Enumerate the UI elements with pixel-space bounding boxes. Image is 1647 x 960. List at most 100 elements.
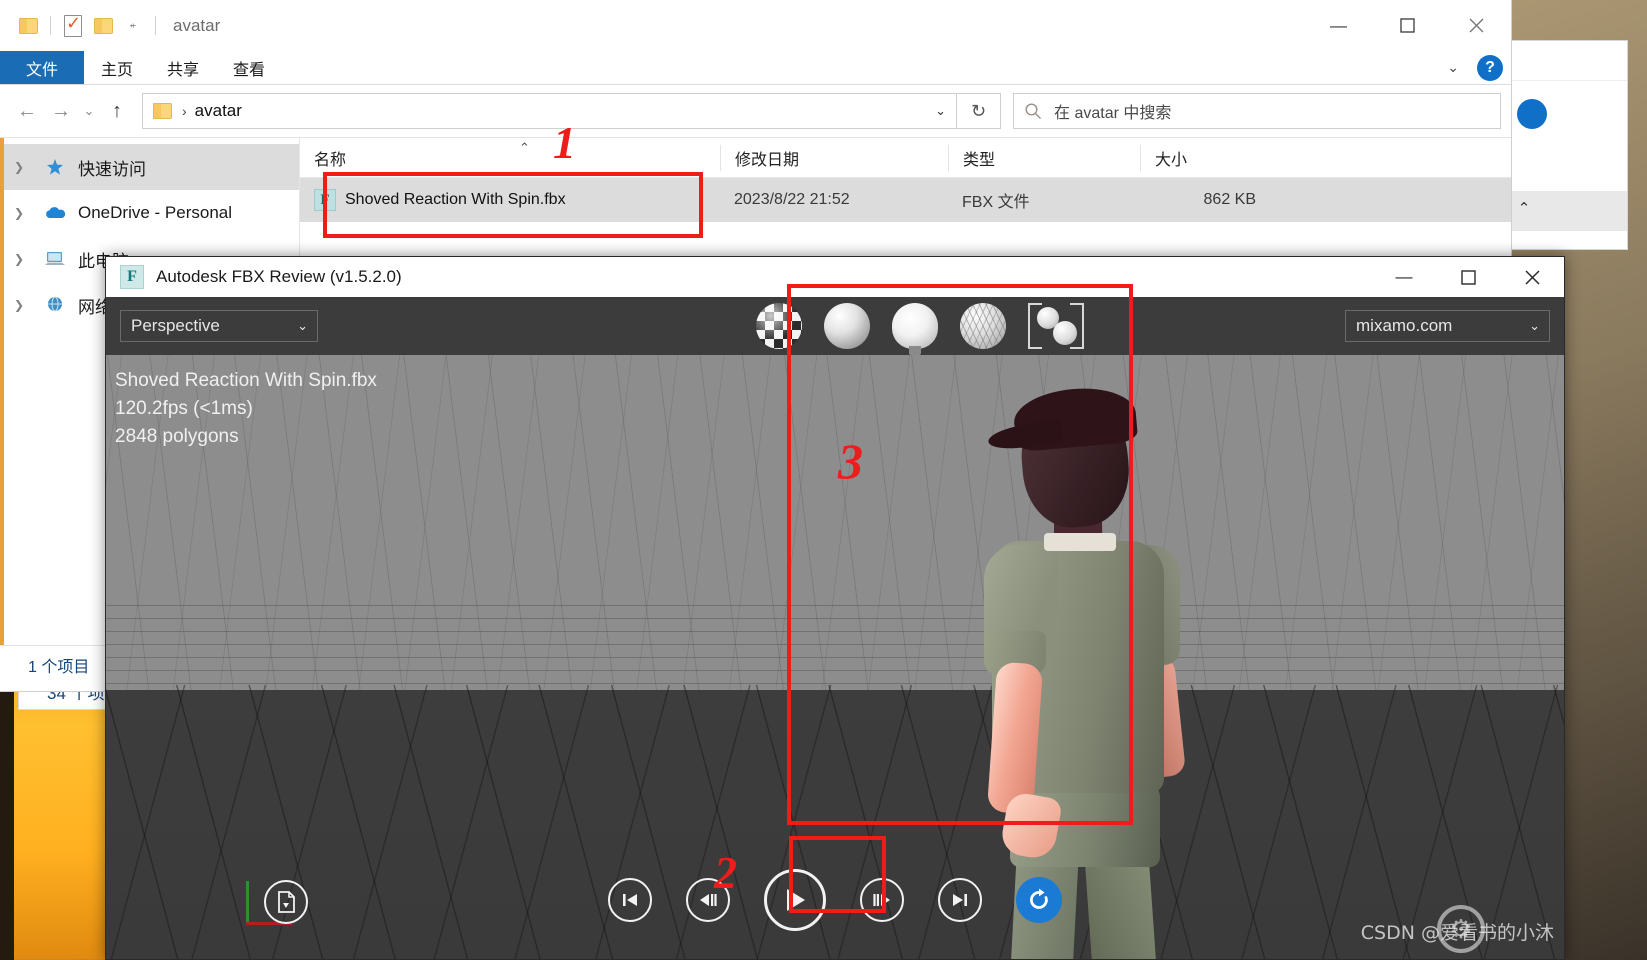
help-icon[interactable]: ? (1477, 54, 1503, 81)
refresh-button[interactable]: ↻ (957, 93, 1001, 129)
network-icon (42, 294, 68, 316)
ribbon-right-controls: ⌄ ? (1441, 51, 1503, 84)
quick-access-toolbar: ⍅ (0, 12, 163, 39)
breadcrumb-path: avatar (194, 101, 242, 120)
close-button[interactable] (1442, 0, 1511, 51)
fbx-window-controls: — (1372, 257, 1564, 297)
fbx-playback-bar (106, 819, 1564, 959)
jump-to-start-button[interactable] (608, 878, 652, 922)
this-pc-icon (42, 248, 68, 270)
fbx-app-icon: F (120, 265, 144, 289)
forward-button[interactable]: → (44, 94, 78, 128)
character-collar (1044, 533, 1116, 551)
recent-locations-button[interactable]: ⌄ (78, 94, 100, 128)
file-modified-cell: 2023/8/22 21:52 (734, 191, 850, 208)
tab-view[interactable]: 查看 (216, 51, 282, 84)
address-folder-icon (153, 103, 172, 119)
sidebar-item-label: 快速访问 (78, 159, 146, 179)
maximize-icon (1400, 18, 1415, 33)
background-window-titlebar (1509, 41, 1627, 81)
table-row[interactable]: F Shoved Reaction With Spin.fbx 2023/8/2… (300, 178, 1511, 222)
column-header-type[interactable]: 类型 (948, 144, 1140, 171)
up-button[interactable]: ↑ (100, 94, 134, 128)
fbx-toolbar: Perspective ⌄ mixamo.com ⌄ (106, 297, 1564, 355)
maximize-icon (1460, 269, 1476, 285)
address-path-box[interactable]: › avatar ⌄ (142, 93, 957, 129)
onedrive-icon (42, 202, 68, 224)
chevron-right-icon[interactable]: ❯ (14, 206, 32, 220)
qat-folder-icon[interactable] (13, 13, 43, 39)
minimize-button[interactable]: — (1304, 0, 1373, 51)
fbx-close-button[interactable] (1500, 257, 1564, 297)
qat-separator (50, 16, 51, 35)
qat-new-folder-icon[interactable] (88, 13, 118, 39)
tab-home[interactable]: 主页 (84, 51, 150, 84)
shaded-sphere-icon[interactable] (824, 303, 870, 349)
fbx-titlebar: F Autodesk FBX Review (v1.5.2.0) — (106, 257, 1564, 297)
two-spheres-frame-icon[interactable] (1028, 303, 1084, 349)
address-chevron-down-icon[interactable]: ⌄ (935, 103, 946, 119)
jump-to-end-button[interactable] (938, 878, 982, 922)
fbx-3d-viewport[interactable]: Shoved Reaction With Spin.fbx 120.2fps (… (106, 355, 1564, 959)
ribbon-collapse-chevron-icon[interactable]: ⌄ (1441, 59, 1465, 76)
pin-star-icon (42, 156, 68, 178)
fbx-display-toolbar (756, 297, 1084, 355)
fbx-minimize-button[interactable]: — (1372, 257, 1436, 297)
explorer-ribbon-tabs: 文件 主页 共享 查看 ⌄ ? (0, 51, 1511, 84)
maximize-button[interactable] (1373, 0, 1442, 51)
chevron-down-icon[interactable]: ⌄ (1529, 318, 1540, 334)
search-icon (1025, 103, 1041, 119)
light-bulb-icon[interactable] (892, 303, 938, 355)
fbx-window-title: Autodesk FBX Review (v1.5.2.0) (156, 267, 402, 286)
source-value: mixamo.com (1356, 316, 1453, 335)
column-header-size[interactable]: 大小 (1140, 144, 1270, 171)
wireframe-sphere-icon[interactable] (960, 303, 1006, 349)
back-button[interactable]: ← (10, 94, 44, 128)
file-size-cell: 862 KB (1203, 191, 1256, 208)
chevron-right-icon[interactable]: ❯ (14, 252, 32, 266)
loop-button[interactable] (1016, 877, 1062, 923)
breadcrumb-separator: › (182, 103, 187, 119)
checkered-sphere-icon[interactable] (756, 303, 802, 349)
hud-polygons: 2848 polygons (115, 426, 239, 447)
chevron-right-icon[interactable]: ❯ (14, 160, 32, 174)
tab-file[interactable]: 文件 (0, 51, 84, 84)
sidebar-item-label: OneDrive - Personal (78, 203, 233, 222)
chevron-right-icon[interactable]: ❯ (14, 298, 32, 312)
fbx-maximize-button[interactable] (1436, 257, 1500, 297)
file-name-cell[interactable]: F Shoved Reaction With Spin.fbx (300, 189, 720, 211)
search-input[interactable]: 在 avatar 中搜索 (1054, 99, 1171, 123)
hud-filename: Shoved Reaction With Spin.fbx (115, 370, 377, 391)
sidebar-item-onedrive[interactable]: ❯ OneDrive - Personal (0, 190, 299, 236)
background-help-icon[interactable] (1517, 99, 1547, 129)
fbx-file-icon: F (314, 189, 336, 211)
explorer-window-controls: — (1304, 0, 1511, 51)
play-button[interactable] (764, 869, 826, 931)
tab-share[interactable]: 共享 (150, 51, 216, 84)
qat-separator-2 (155, 16, 156, 35)
viewport-hud: Shoved Reaction With Spin.fbx 120.2fps (… (115, 367, 377, 451)
hud-fps: 120.2fps (<1ms) (115, 398, 253, 419)
qat-doc-check-icon[interactable] (58, 12, 88, 39)
background-window-right[interactable]: ⌃ (1508, 40, 1628, 250)
search-box[interactable]: 在 avatar 中搜索 (1013, 93, 1501, 129)
qat-chevron-down-icon[interactable]: ⍅ (118, 13, 148, 39)
file-name-text: Shoved Reaction With Spin.fbx (345, 191, 566, 208)
column-header-modified[interactable]: 修改日期 (720, 144, 948, 171)
file-list-header: 名称 修改日期 类型 大小 ⌃ (300, 138, 1511, 178)
explorer-title: avatar (173, 15, 221, 35)
playback-controls (106, 869, 1564, 931)
chevron-down-icon[interactable]: ⌄ (297, 318, 308, 334)
source-select[interactable]: mixamo.com ⌄ (1345, 310, 1550, 342)
view-mode-value: Perspective (131, 316, 220, 335)
explorer-address-bar: ← → ⌄ ↑ › avatar ⌄ ↻ 在 avatar 中搜索 (0, 85, 1511, 137)
fbx-review-window: F Autodesk FBX Review (v1.5.2.0) — Persp… (105, 256, 1565, 960)
column-header-name[interactable]: 名称 (300, 145, 720, 171)
sidebar-item-quick-access[interactable]: ❯ 快速访问 (0, 144, 299, 190)
close-icon (1469, 18, 1484, 33)
view-mode-select[interactable]: Perspective ⌄ (120, 310, 318, 342)
close-icon (1524, 269, 1540, 285)
sort-ascending-icon: ⌃ (519, 140, 530, 155)
step-forward-button[interactable] (860, 878, 904, 922)
step-back-button[interactable] (686, 878, 730, 922)
